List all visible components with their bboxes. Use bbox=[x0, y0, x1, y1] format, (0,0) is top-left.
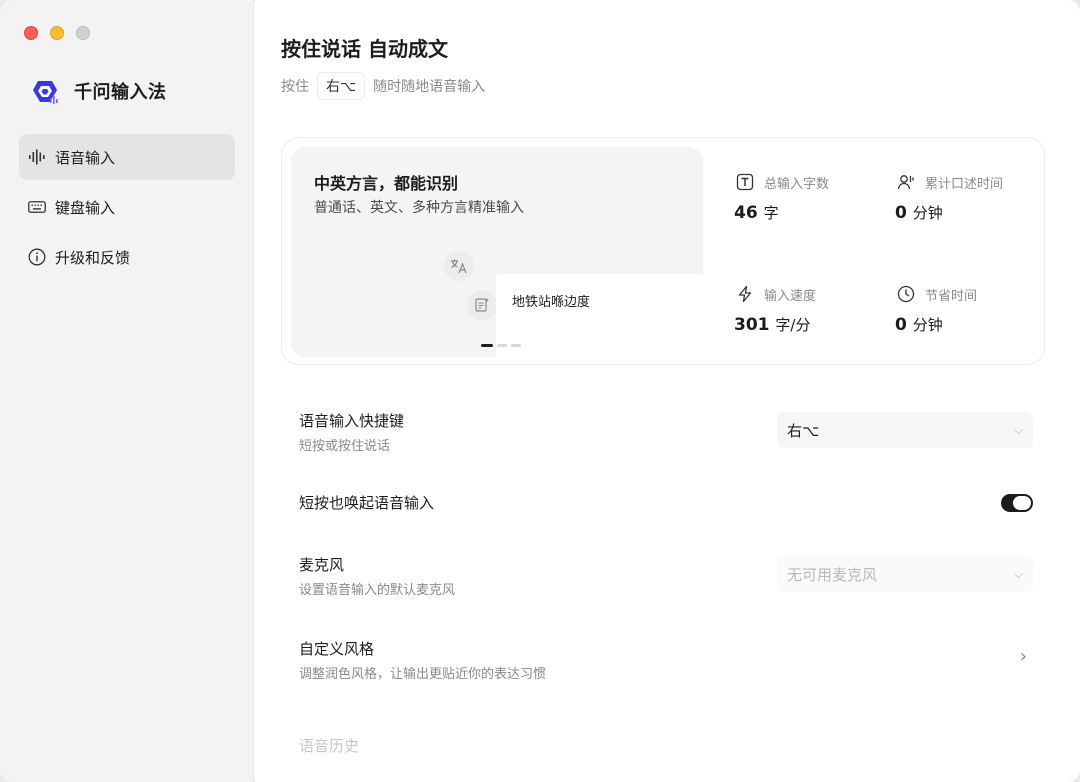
stat-unit: 分钟 bbox=[912, 204, 943, 222]
chevron-down-icon: ⌵ bbox=[1013, 422, 1023, 437]
hotkey-select-value: 右⌥ bbox=[787, 421, 820, 440]
stat-dictation-time: 累计口述时间 0 分钟 bbox=[895, 171, 1003, 223]
chevron-right-icon[interactable]: › bbox=[1020, 646, 1027, 667]
stat-value: 0 bbox=[895, 203, 907, 223]
stat-label: 输入速度 bbox=[764, 288, 817, 304]
setting-custom-style[interactable]: 自定义风格 调整润色风格，让输出更贴近你的表达习惯 › bbox=[299, 638, 1035, 682]
short-press-toggle[interactable] bbox=[1001, 494, 1033, 512]
sidebar-item-keyboard-input[interactable]: 键盘输入 bbox=[19, 184, 235, 230]
stat-label: 总输入字数 bbox=[764, 176, 830, 192]
translate-icon bbox=[444, 251, 474, 281]
stat-unit: 字/分 bbox=[775, 316, 811, 334]
page-title: 按住说话 自动成文 bbox=[281, 37, 448, 61]
close-window-button[interactable] bbox=[24, 26, 38, 40]
setting-label: 自定义风格 bbox=[299, 640, 375, 658]
demo-text: 地铁站喺边度 bbox=[512, 295, 591, 310]
subtitle-suffix: 随时随地语音输入 bbox=[373, 79, 486, 95]
stat-label: 累计口述时间 bbox=[925, 176, 1004, 192]
page-subtitle: 按住 右⌥ 随时随地语音输入 bbox=[281, 72, 485, 100]
minimize-window-button[interactable] bbox=[50, 26, 64, 40]
speaking-person-icon bbox=[895, 171, 917, 193]
carousel-dot-2[interactable] bbox=[497, 344, 507, 347]
feature-subtitle: 普通话、英文、多种方言精准输入 bbox=[314, 200, 524, 216]
stat-unit: 字 bbox=[763, 204, 779, 222]
stat-value: 0 bbox=[895, 315, 907, 335]
keyboard-icon bbox=[27, 197, 47, 217]
waveform-icon bbox=[27, 147, 47, 167]
setting-description: 调整润色风格，让输出更贴近你的表达习惯 bbox=[299, 667, 547, 682]
app-window: 千问输入法 语音输入 键盘输入 升级和反馈 按住说话 自动成文 按住 右⌥ 随时… bbox=[0, 0, 1080, 782]
stats-card: 中英方言，都能识别 普通话、英文、多种方言精准输入 地铁站喺边度 总输入字数 4… bbox=[281, 137, 1045, 365]
main-content: 按住说话 自动成文 按住 右⌥ 随时随地语音输入 中英方言，都能识别 普通话、英… bbox=[255, 0, 1080, 782]
stat-value: 301 bbox=[734, 315, 770, 335]
text-box-icon bbox=[734, 171, 756, 193]
sidebar-item-label: 键盘输入 bbox=[55, 198, 116, 217]
sidebar-item-voice-input[interactable]: 语音输入 bbox=[19, 134, 235, 180]
microphone-select-value: 无可用麦克风 bbox=[787, 565, 878, 584]
stat-input-speed: 输入速度 301 字/分 bbox=[734, 283, 816, 335]
microphone-select[interactable]: 无可用麦克风 ⌵ bbox=[777, 556, 1033, 592]
setting-short-press: 短按也唤起语音输入 bbox=[299, 492, 1035, 516]
window-controls bbox=[24, 26, 90, 40]
hotkey-select[interactable]: 右⌥ ⌵ bbox=[777, 412, 1033, 448]
note-edit-icon bbox=[467, 290, 497, 320]
chevron-down-icon: ⌵ bbox=[1013, 566, 1023, 581]
sidebar-item-label: 语音输入 bbox=[55, 148, 116, 167]
stat-total-chars: 总输入字数 46 字 bbox=[734, 171, 829, 223]
stat-unit: 分钟 bbox=[912, 316, 943, 334]
lightning-icon bbox=[734, 283, 756, 305]
sidebar-nav: 语音输入 键盘输入 升级和反馈 bbox=[19, 134, 235, 284]
toggle-knob bbox=[1013, 496, 1031, 510]
stat-label: 节省时间 bbox=[925, 288, 978, 304]
app-logo-icon bbox=[28, 74, 62, 108]
stat-time-saved: 节省时间 0 分钟 bbox=[895, 283, 977, 335]
app-brand: 千问输入法 bbox=[28, 74, 167, 108]
setting-microphone: 麦克风 设置语音输入的默认麦克风 无可用麦克风 ⌵ bbox=[299, 554, 1035, 598]
voice-history-heading: 语音历史 bbox=[299, 737, 360, 755]
demo-output-card: 地铁站喺边度 bbox=[496, 274, 703, 357]
feature-title: 中英方言，都能识别 bbox=[314, 174, 459, 193]
maximize-window-button[interactable] bbox=[76, 26, 90, 40]
feature-carousel[interactable]: 中英方言，都能识别 普通话、英文、多种方言精准输入 地铁站喺边度 bbox=[291, 147, 703, 357]
info-icon bbox=[27, 247, 47, 267]
sidebar: 千问输入法 语音输入 键盘输入 升级和反馈 bbox=[0, 0, 254, 782]
stat-value: 46 bbox=[734, 203, 758, 223]
sidebar-item-label: 升级和反馈 bbox=[55, 248, 131, 267]
hotkey-chip: 右⌥ bbox=[317, 72, 366, 100]
subtitle-prefix: 按住 bbox=[281, 79, 309, 95]
setting-hotkey: 语音输入快捷键 短按或按住说话 右⌥ ⌵ bbox=[299, 410, 1035, 454]
carousel-dot-1[interactable] bbox=[481, 344, 493, 347]
clock-icon bbox=[895, 283, 917, 305]
sidebar-item-upgrade-feedback[interactable]: 升级和反馈 bbox=[19, 234, 235, 280]
app-name: 千问输入法 bbox=[74, 82, 167, 103]
setting-label: 短按也唤起语音输入 bbox=[299, 494, 435, 512]
carousel-dot-3[interactable] bbox=[511, 344, 521, 347]
carousel-indicator[interactable] bbox=[481, 344, 521, 347]
